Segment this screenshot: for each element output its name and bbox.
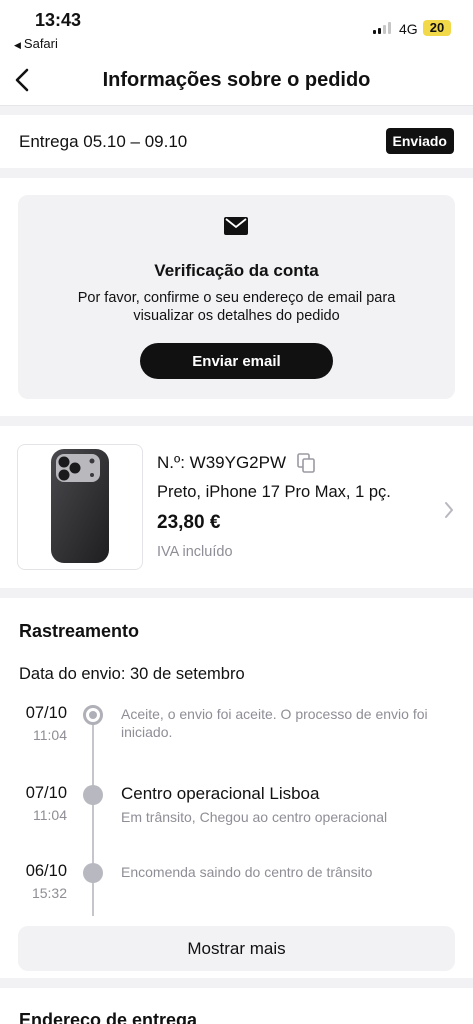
tax-note: IVA incluído (157, 544, 233, 560)
product-image (17, 444, 143, 570)
verification-section: Verificação da conta Por favor, confirme… (0, 178, 473, 416)
address-title: Endereço de entrega (19, 1010, 198, 1024)
event-description: Encomenda saindo do centro de trânsito (121, 864, 373, 880)
back-app-label: Safari (23, 36, 58, 51)
page-title: Informações sobre o pedido (102, 69, 371, 91)
product-price: 23,80 € (157, 512, 221, 533)
status-badge: Enviado (385, 128, 454, 154)
timeline-event: 07/10 11:04 Centro operacional Lisboa Em… (0, 784, 473, 844)
order-number: N.º: W39YG2PW (157, 453, 287, 472)
status-time: 13:43 (35, 10, 82, 30)
event-date: 06/10 (25, 862, 67, 880)
timeline-event: 06/10 15:32 Encomenda saindo do centro d… (0, 862, 473, 922)
phone-case-icon (51, 449, 109, 563)
product-variant: Preto, iPhone 17 Pro Max, 1 pç. (157, 483, 391, 501)
event-date: 07/10 (25, 704, 67, 722)
battery-icon: 20 (423, 20, 451, 36)
verification-title: Verificação da conta (154, 261, 319, 280)
network-type: 4G (399, 21, 418, 37)
copy-icon[interactable] (297, 453, 315, 473)
delivery-section: Entrega 05.10 – 09.10 Enviado (0, 115, 473, 168)
mail-icon (224, 217, 248, 235)
tracking-title: Rastreamento (19, 621, 140, 641)
back-triangle-icon: ◀ (14, 40, 21, 50)
current-status-dot-icon (83, 705, 103, 725)
signal-icon (373, 22, 395, 34)
chevron-right-icon[interactable] (443, 500, 455, 520)
verification-card: Verificação da conta Por favor, confirme… (18, 195, 455, 399)
ship-date: Data do envio: 30 de setembro (19, 665, 245, 683)
verification-description: Por favor, confirme o seu endereço de em… (77, 290, 396, 324)
send-email-button[interactable]: Enviar email (140, 343, 333, 379)
event-time: 15:32 (31, 885, 67, 901)
event-time: 11:04 (33, 807, 67, 823)
status-dot-icon (83, 863, 103, 883)
event-description: Em trânsito, Chegou ao centro operaciona… (121, 809, 388, 825)
event-date: 07/10 (25, 784, 67, 802)
event-description: Aceite, o envio foi aceite. O processo d… (121, 706, 428, 740)
timeline-event: 07/10 11:04 Aceite, o envio foi aceite. … (0, 704, 473, 764)
tracking-section: Rastreamento Data do envio: 30 de setemb… (0, 598, 473, 978)
delivery-window: Entrega 05.10 – 09.10 (19, 132, 188, 151)
event-title: Centro operacional Lisboa (121, 784, 320, 803)
event-time: 11:04 (33, 727, 67, 743)
show-more-button[interactable]: Mostrar mais (18, 926, 455, 971)
product-row[interactable]: N.º: W39YG2PW Preto, iPhone 17 Pro Max, … (0, 426, 473, 588)
status-dot-icon (83, 785, 103, 805)
top-bar: 13:43 ◀ Safari 4G 20 Informações sobre o … (0, 0, 473, 106)
address-section: Endereço de entrega (0, 988, 473, 1024)
back-to-app-link[interactable]: ◀ Safari (14, 36, 58, 51)
